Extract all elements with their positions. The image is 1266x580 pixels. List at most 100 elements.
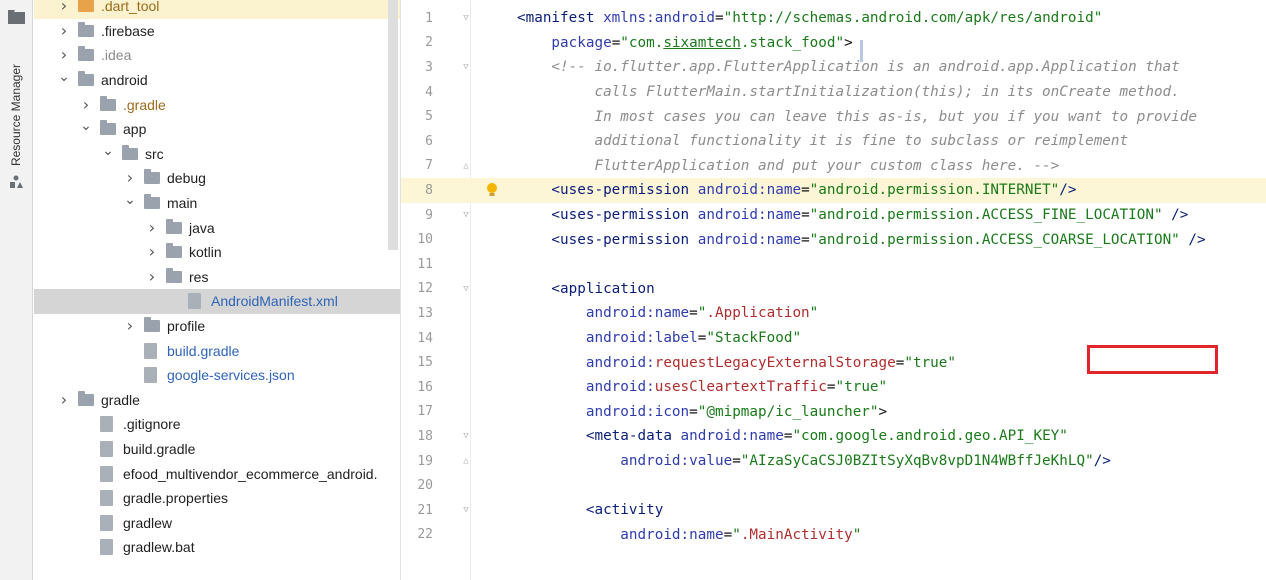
code-token: android: xyxy=(517,354,655,371)
code-token: "AIzaSyCaCSJ0BZItSyXqBv8vpD1N4WBffJeKhLQ… xyxy=(740,453,1094,470)
line-number: 12 xyxy=(417,281,433,297)
tree-item[interactable]: › .gradle xyxy=(34,92,400,117)
chevron-down-icon[interactable]: ⌄ xyxy=(122,193,138,211)
tree-item[interactable]: AndroidManifest.xml xyxy=(34,289,400,314)
code-line[interactable]: 21 ▽ <activity xyxy=(401,498,1266,523)
fold-marker-icon[interactable]: △ xyxy=(461,161,471,171)
tree-item[interactable]: build.gradle xyxy=(34,437,400,462)
tree-item[interactable]: gradlew.bat xyxy=(34,535,400,560)
tree-item[interactable]: › .dart_tool xyxy=(34,0,400,19)
tree-scrollbar[interactable] xyxy=(388,0,398,250)
tree-item[interactable]: ⌄ src xyxy=(34,142,400,167)
code-token: <uses-permission xyxy=(517,182,698,199)
fold-marker-icon[interactable]: △ xyxy=(461,456,471,466)
tree-item[interactable]: › kotlin xyxy=(34,240,400,265)
code-token: .Application xyxy=(706,305,810,322)
line-number: 22 xyxy=(417,527,433,543)
code-line[interactable]: 9 ▽ <uses-permission android:name="androi… xyxy=(401,203,1266,228)
tree-item[interactable]: › debug xyxy=(34,166,400,191)
resource-manager-icon[interactable] xyxy=(9,175,23,189)
code-line[interactable]: 2 package="com.sixamtech.stack_food"> xyxy=(401,31,1266,56)
chevron-down-icon[interactable]: ⌄ xyxy=(100,144,116,162)
code-token: > xyxy=(844,34,853,51)
tree-item[interactable]: › java xyxy=(34,215,400,240)
code-token: android:name xyxy=(697,207,802,224)
code-line[interactable]: 17 android:icon="@mipmap/ic_launcher"> xyxy=(401,400,1266,425)
fold-marker-icon[interactable]: ▽ xyxy=(461,431,471,441)
tree-item[interactable]: gradlew xyxy=(34,511,400,536)
tree-item[interactable]: › .idea xyxy=(34,43,400,68)
code-token: = xyxy=(611,34,621,51)
code-line[interactable]: 3 ▽ <!-- io.flutter.app.FlutterApplicatio… xyxy=(401,55,1266,80)
code-token: = xyxy=(826,379,836,396)
tree-item[interactable]: ⌄ android xyxy=(34,68,400,93)
tree-item[interactable]: › profile xyxy=(34,314,400,339)
fold-marker-icon[interactable]: ▽ xyxy=(461,13,471,23)
code-line[interactable]: 1 ▽ <manifest xmlns:android="http://schema… xyxy=(401,6,1266,31)
line-number: 14 xyxy=(417,330,433,346)
chevron-right-icon[interactable]: › xyxy=(144,268,160,285)
code-line[interactable]: 4 calls FlutterMain.startInitialization(… xyxy=(401,80,1266,105)
code-editor[interactable]: 1 ▽ <manifest xmlns:android="http://schema… xyxy=(400,0,1266,580)
fold-marker-icon[interactable]: ▽ xyxy=(461,210,471,220)
code-line[interactable]: 11 xyxy=(401,252,1266,277)
code-token: "android.permission.ACCESS_COARSE_LOCATI… xyxy=(809,231,1180,248)
tree-item[interactable]: efood_multivendor_ecommerce_android. xyxy=(34,461,400,486)
tree-item[interactable]: › res xyxy=(34,265,400,290)
tree-item[interactable]: .gitignore xyxy=(34,412,400,437)
project-tree[interactable]: › .dart_tool › .firebase › .idea ⌄ android › .gra… xyxy=(34,0,400,580)
tree-item-label: gradlew.bat xyxy=(123,539,195,556)
folder-icon xyxy=(78,46,95,63)
code-line[interactable]: 19 △ android:value="AIzaSyCaCSJ0BZItSyXqB… xyxy=(401,449,1266,474)
code-token: .MainActivity xyxy=(740,526,853,543)
code-token: android:name xyxy=(517,305,690,322)
fold-marker-icon[interactable]: ▽ xyxy=(461,284,471,294)
tree-item[interactable]: › gradle xyxy=(34,388,400,413)
tree-item[interactable]: build.gradle xyxy=(34,338,400,363)
tree-item[interactable]: › .firebase xyxy=(34,19,400,44)
folder-icon xyxy=(78,0,95,14)
tree-item[interactable]: google-services.json xyxy=(34,363,400,388)
chevron-right-icon[interactable]: › xyxy=(144,244,160,260)
code-token: "com. xyxy=(620,34,664,51)
chevron-down-icon[interactable]: ⌄ xyxy=(56,70,72,88)
file-icon xyxy=(100,416,117,433)
code-line[interactable]: 22 android:name=".MainActivity" xyxy=(401,523,1266,548)
tree-item[interactable]: ⌄ app xyxy=(34,117,400,142)
chevron-right-icon[interactable]: › xyxy=(144,219,160,236)
chevron-right-icon[interactable]: › xyxy=(78,96,94,113)
chevron-right-icon[interactable]: › xyxy=(56,0,72,14)
code-line[interactable]: 13 android:name=".Application" xyxy=(401,301,1266,326)
file-icon xyxy=(100,539,117,556)
code-token: <meta-data xyxy=(517,428,681,445)
line-number: 1 xyxy=(425,10,433,26)
code-line[interactable]: 10 <uses-permission android:name="androi… xyxy=(401,227,1266,252)
chevron-right-icon[interactable]: › xyxy=(56,391,72,408)
folder-icon xyxy=(78,21,95,39)
code-line[interactable]: 20 xyxy=(401,473,1266,498)
tree-item[interactable]: gradle.properties xyxy=(34,486,400,511)
project-folder-icon[interactable] xyxy=(8,10,25,24)
lightbulb-icon[interactable] xyxy=(486,183,498,197)
code-token: /> xyxy=(1162,207,1189,224)
resource-manager-tab[interactable]: Resource Manager xyxy=(2,55,30,175)
chevron-right-icon[interactable]: › xyxy=(56,22,72,39)
fold-marker-icon[interactable]: ▽ xyxy=(461,505,471,515)
code-line[interactable]: 7 △ FlutterApplication and put your custo… xyxy=(401,154,1266,179)
chevron-right-icon[interactable]: › xyxy=(56,47,72,63)
chevron-right-icon[interactable]: › xyxy=(122,318,138,334)
code-line[interactable]: 6 additional functionality it is fine to… xyxy=(401,129,1266,154)
tree-item[interactable]: ⌄ main xyxy=(34,191,400,216)
code-line[interactable]: 5 In most cases you can leave this as-is… xyxy=(401,104,1266,129)
code-line[interactable]: 18 ▽ <meta-data android:name="com.google.… xyxy=(401,424,1266,449)
code-token: xmlns:android xyxy=(603,10,715,27)
chevron-down-icon[interactable]: ⌄ xyxy=(78,119,94,137)
fold-marker-icon[interactable]: ▽ xyxy=(461,62,471,72)
file-icon xyxy=(100,441,117,458)
code-line[interactable]: 8 <uses-permission android:name="android… xyxy=(401,178,1266,203)
chevron-right-icon[interactable]: › xyxy=(122,170,138,186)
code-line[interactable]: 16 android:usesCleartextTraffic="true" xyxy=(401,375,1266,400)
code-line[interactable]: 12 ▽ <application xyxy=(401,277,1266,302)
code-token: <uses-permission xyxy=(517,231,698,248)
